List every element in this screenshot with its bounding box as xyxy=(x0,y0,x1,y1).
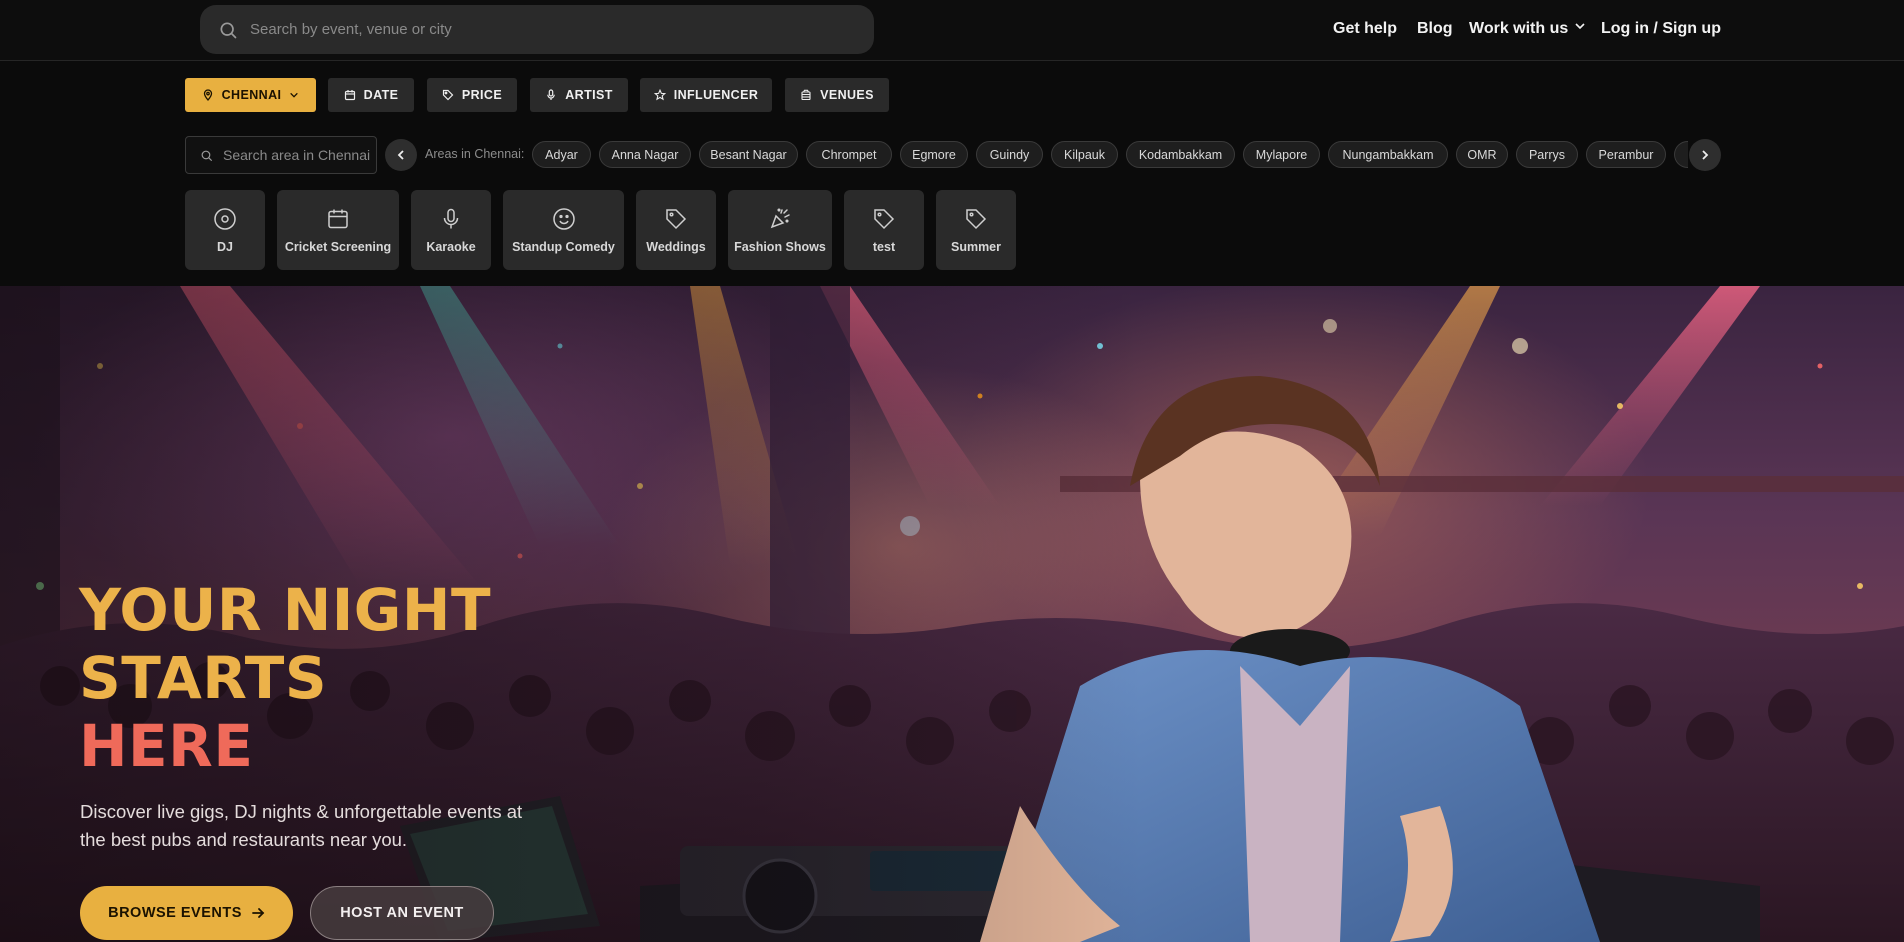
category-label: Summer xyxy=(950,239,1002,254)
category-label: Weddings xyxy=(646,239,706,254)
calendar-icon xyxy=(344,90,355,101)
chevron-down-icon xyxy=(290,92,299,98)
area-pill[interactable]: Nungambakkam xyxy=(1328,141,1448,168)
microphone-icon xyxy=(443,208,459,228)
area-pill[interactable]: Mylapore xyxy=(1243,141,1320,168)
global-search[interactable] xyxy=(200,5,874,54)
area-pill[interactable]: Egmore xyxy=(900,141,968,168)
category-label: DJ xyxy=(217,239,233,254)
chevron-right-icon xyxy=(1702,150,1709,160)
area-pill[interactable]: OMR xyxy=(1456,141,1508,168)
tag-icon xyxy=(966,208,987,229)
hero-banner: YOUR NIGHT STARTS HERE Discover live gig… xyxy=(0,286,1904,942)
party-popper-icon xyxy=(770,207,790,228)
blog-link[interactable]: Blog xyxy=(1417,20,1453,38)
area-pill[interactable]: Adyar xyxy=(532,141,591,168)
area-pill[interactable]: Anna Nagar xyxy=(599,141,691,168)
arrow-right-icon xyxy=(251,908,265,918)
area-search[interactable] xyxy=(185,136,377,174)
category-tile[interactable]: Cricket Screening xyxy=(277,190,399,270)
area-search-input[interactable] xyxy=(223,147,373,163)
area-pill[interactable]: Kodambakkam xyxy=(1126,141,1235,168)
login-signup-link[interactable]: Log in / Sign up xyxy=(1601,20,1721,38)
category-tile[interactable]: Standup Comedy xyxy=(503,190,624,270)
category-label: Cricket Screening xyxy=(284,239,392,254)
category-tile[interactable]: Weddings xyxy=(636,190,716,270)
areas-label: Areas in Chennai: xyxy=(425,147,525,161)
city-label: CHENNAI xyxy=(221,88,282,102)
venues-filter-label: VENUES xyxy=(820,88,874,102)
city-selector[interactable]: CHENNAI xyxy=(185,78,316,112)
get-help-link[interactable]: Get help xyxy=(1333,20,1397,38)
category-tile[interactable]: DJ xyxy=(185,190,265,270)
tag-icon xyxy=(874,208,895,229)
category-label: Standup Comedy xyxy=(512,239,615,254)
tag-icon xyxy=(666,208,687,229)
date-filter-label: DATE xyxy=(363,88,399,102)
category-tile[interactable]: Karaoke xyxy=(411,190,491,270)
search-icon xyxy=(220,22,237,38)
work-with-us-label: Work with us xyxy=(1469,20,1569,37)
chevron-left-icon xyxy=(397,150,404,160)
areas-next-button[interactable] xyxy=(1689,139,1721,171)
headline-line-3: HERE xyxy=(79,712,254,780)
category-label: Karaoke xyxy=(426,239,476,254)
smile-icon xyxy=(552,207,575,230)
price-filter-label: PRICE xyxy=(461,88,503,102)
area-pill[interactable]: Guindy xyxy=(976,141,1043,168)
price-filter[interactable]: PRICE xyxy=(427,78,517,112)
microphone-icon xyxy=(547,89,556,100)
host-event-label: HOST AN EVENT xyxy=(340,905,464,921)
star-icon xyxy=(653,89,666,101)
area-pill[interactable]: Besant Nagar xyxy=(699,141,798,168)
area-pill[interactable]: Chrompet xyxy=(806,141,892,168)
hero-subtext: Discover live gigs, DJ nights & unforget… xyxy=(80,801,523,850)
top-navbar: Get help Blog Work with us Log in / Sign… xyxy=(0,0,1904,61)
building-icon xyxy=(801,89,811,101)
search-icon xyxy=(201,150,212,161)
influencer-filter-label: INFLUENCER xyxy=(673,88,759,102)
areas-prev-button[interactable] xyxy=(385,139,417,171)
browse-events-button[interactable]: BROWSE EVENTS xyxy=(80,886,293,940)
category-label: test xyxy=(872,239,896,254)
category-tile[interactable]: test xyxy=(844,190,924,270)
artist-filter-label: ARTIST xyxy=(565,88,613,102)
venues-filter[interactable]: VENUES xyxy=(785,78,889,112)
category-tile[interactable]: Summer xyxy=(936,190,1016,270)
headline-line-1: YOUR NIGHT xyxy=(79,576,492,644)
category-label: Fashion Shows xyxy=(734,239,826,254)
browse-events-label: BROWSE EVENTS xyxy=(108,905,242,921)
chevron-down-icon xyxy=(1575,23,1585,30)
area-pill-overflow xyxy=(1674,141,1688,168)
date-filter[interactable]: DATE xyxy=(328,78,414,112)
global-search-input[interactable] xyxy=(250,21,850,38)
hero-headline: YOUR NIGHT STARTS HERE xyxy=(79,576,491,780)
location-pin-icon xyxy=(203,89,212,101)
area-pill[interactable]: Kilpauk xyxy=(1051,141,1118,168)
headline-line-2: STARTS xyxy=(79,644,328,712)
calendar-icon xyxy=(328,209,348,228)
disc-icon xyxy=(214,207,236,230)
influencer-filter[interactable]: INFLUENCER xyxy=(640,78,772,112)
category-tile[interactable]: Fashion Shows xyxy=(728,190,832,270)
tag-icon xyxy=(442,89,454,101)
artist-filter[interactable]: ARTIST xyxy=(530,78,628,112)
area-pill[interactable]: Parrys xyxy=(1516,141,1578,168)
area-pill[interactable]: Perambur xyxy=(1586,141,1666,168)
host-event-button[interactable]: HOST AN EVENT xyxy=(310,886,494,940)
work-with-us-menu[interactable]: Work with us xyxy=(1469,20,1586,38)
